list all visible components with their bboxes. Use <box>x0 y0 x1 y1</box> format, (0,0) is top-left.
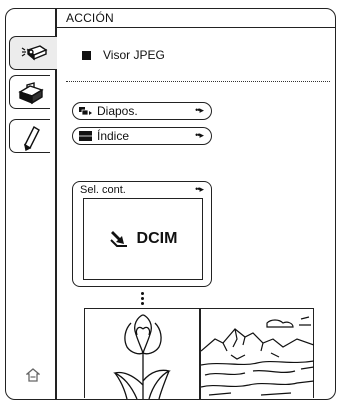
folder-name: DCIM <box>136 230 178 247</box>
folder-arrow-icon <box>109 231 127 247</box>
folder-select-arrow-icon: ••▸ <box>195 184 204 194</box>
index-arrow-icon: ••▸ <box>195 130 204 140</box>
viewer-row: Visor JPEG <box>82 48 165 62</box>
slideshow-icon <box>79 106 92 116</box>
tab-pen[interactable] <box>9 119 50 153</box>
toolbox-icon <box>18 82 44 105</box>
landscape-thumbnail[interactable] <box>201 309 314 399</box>
projector-icon <box>21 45 48 61</box>
vertical-ellipsis-icon <box>141 292 144 307</box>
slideshow-label: Diapos. <box>97 104 138 118</box>
home-icon[interactable] <box>26 368 40 382</box>
square-bullet-icon <box>82 50 91 60</box>
slideshow-button[interactable]: Diapos. ••▸ <box>72 102 212 120</box>
viewer-label: Visor JPEG <box>103 48 165 62</box>
folder-select-label: Sel. cont. <box>80 184 126 196</box>
page-title: ACCIÓN <box>66 11 114 25</box>
pen-icon <box>24 126 40 151</box>
index-button[interactable]: Índice ••▸ <box>72 127 212 145</box>
folder-select-panel[interactable]: Sel. cont. ••▸ DCIM <box>72 181 212 287</box>
thumbnail-strip <box>84 308 314 399</box>
slideshow-arrow-icon: ••▸ <box>195 105 204 115</box>
index-icon <box>79 131 92 141</box>
tab-projector[interactable] <box>9 36 57 70</box>
header: ACCIÓN <box>56 9 335 28</box>
folder-display[interactable]: DCIM <box>83 198 203 280</box>
index-label: Índice <box>97 129 130 143</box>
tab-toolbox[interactable] <box>9 75 50 109</box>
dotted-divider <box>66 81 330 82</box>
tulip-thumbnail[interactable] <box>85 309 199 399</box>
